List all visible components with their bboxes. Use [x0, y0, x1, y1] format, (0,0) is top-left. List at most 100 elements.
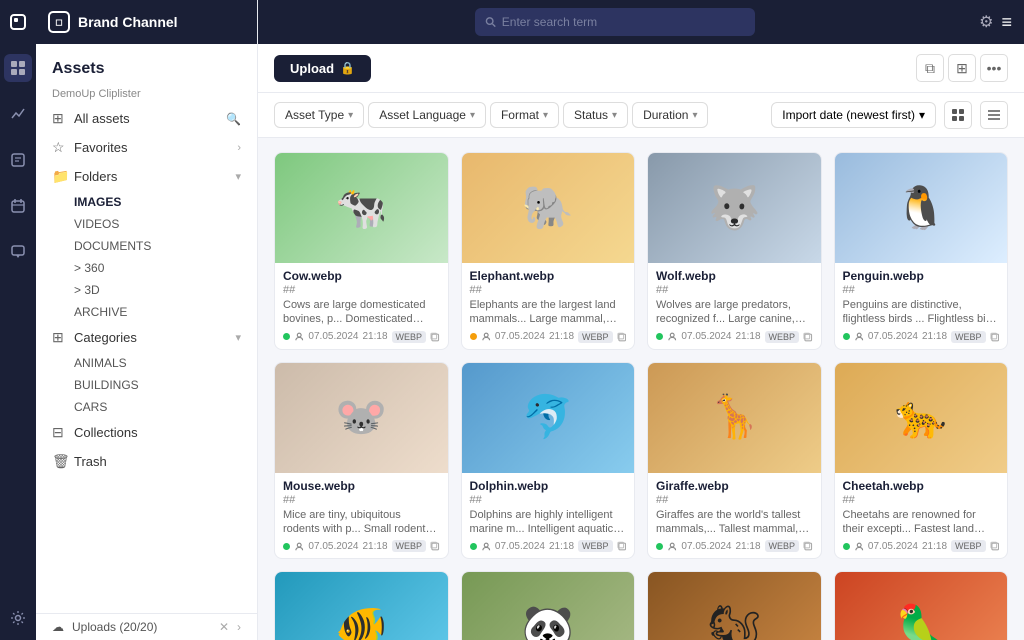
status-dot [656, 333, 663, 340]
duration-filter[interactable]: Duration ▾ [632, 102, 708, 128]
sidebar-item-categories[interactable]: ⊞ Categories ▾ [36, 323, 257, 352]
asset-card[interactable]: 🐭 Mouse.webp ## Mice are tiny, ubiquitou… [274, 362, 449, 560]
sidebar-item-archive[interactable]: ARCHIVE [66, 301, 257, 323]
asset-language-filter[interactable]: Asset Language ▾ [368, 102, 486, 128]
sidebar-item-3d[interactable]: > 3D [66, 279, 257, 301]
asset-desc: Giraffes are the world's tallest mammals… [656, 508, 813, 537]
asset-time: 21:18 [362, 541, 387, 552]
grid-view-btn[interactable] [944, 101, 972, 129]
nav-settings-icon[interactable] [4, 604, 32, 632]
asset-card[interactable]: 🐺 Wolf.webp ## Wolves are large predator… [647, 152, 822, 350]
asset-meta: 07.05.2024 21:18 WEBP [283, 331, 440, 343]
asset-meta: 07.05.2024 21:18 WEBP [843, 331, 1000, 343]
asset-type-label: Asset Type [285, 108, 344, 122]
asset-desc: Cows are large domesticated bovines, p..… [283, 298, 440, 327]
asset-card[interactable]: 🐿 Squirrel.webp ## Squirrels are nimble … [647, 571, 822, 640]
asset-tags: ## [470, 284, 627, 296]
asset-thumbnail: 🦒 [648, 363, 821, 473]
asset-time: 21:18 [735, 331, 760, 342]
sidebar-item-images[interactable]: IMAGES [66, 191, 257, 213]
asset-thumbnail: 🐺 [648, 153, 821, 263]
sidebar-item-animals[interactable]: ANIMALS [66, 352, 257, 374]
nav-tasks-icon[interactable] [4, 146, 32, 174]
copy-small-icon [803, 541, 812, 551]
asset-card[interactable]: 🐆 Cheetah.webp ## Cheetahs are renowned … [834, 362, 1009, 560]
asset-card[interactable]: 🦜 Parrot.webp ## Parrots are vibrant, in… [834, 571, 1009, 640]
asset-format-badge: WEBP [578, 331, 613, 343]
upload-label: Uploads (20/20) [72, 620, 157, 634]
asset-date: 07.05.2024 [868, 331, 918, 342]
asset-format-badge: WEBP [578, 540, 613, 552]
sidebar-body: Assets DemoUp Cliplister ⊞ All assets 🔍 … [36, 44, 257, 613]
copy-icon-btn[interactable]: ⧉ [916, 54, 944, 82]
asset-card[interactable]: 🐼 Panda.webp ## Giant pandas are distinc… [461, 571, 636, 640]
copy-small-icon [990, 541, 999, 551]
asset-name: Cow.webp [283, 269, 440, 283]
format-chevron: ▾ [543, 110, 548, 121]
nav-calendar-icon[interactable] [4, 192, 32, 220]
asset-thumbnail: 🐘 [462, 153, 635, 263]
asset-card[interactable]: 🐄 Cow.webp ## Cows are large domesticate… [274, 152, 449, 350]
asset-tags: ## [283, 284, 440, 296]
asset-card[interactable]: 🦒 Giraffe.webp ## Giraffes are the world… [647, 362, 822, 560]
expand-icon[interactable]: › [237, 620, 241, 634]
content-area: Upload 🔒 ⧉ ⊞ ••• Asset Type ▾ Asset Lang… [258, 44, 1024, 640]
asset-date: 07.05.2024 [868, 541, 918, 552]
status-dot [470, 333, 477, 340]
search-area [258, 8, 971, 36]
asset-thumbnail: 🐆 [835, 363, 1008, 473]
asset-name: Wolf.webp [656, 269, 813, 283]
asset-card[interactable]: 🐘 Elephant.webp ## Elephants are the lar… [461, 152, 636, 350]
asset-meta: 07.05.2024 21:18 WEBP [470, 331, 627, 343]
asset-format-badge: WEBP [951, 540, 986, 552]
asset-card[interactable]: 🐧 Penguin.webp ## Penguins are distincti… [834, 152, 1009, 350]
user-icon [294, 541, 304, 552]
images-label: IMAGES [74, 195, 241, 209]
sidebar-item-collections[interactable]: ⊟ Collections [36, 418, 257, 447]
sidebar-item-360[interactable]: > 360 [66, 257, 257, 279]
sidebar-header: ◻ Brand Channel [36, 0, 257, 44]
sort-button[interactable]: Import date (newest first) ▾ [771, 102, 936, 128]
asset-info: Mouse.webp ## Mice are tiny, ubiquitous … [275, 473, 448, 559]
status-dot [283, 543, 290, 550]
categories-sub: ANIMALS BUILDINGS CARS [36, 352, 257, 418]
layout-icon-btn[interactable]: ⊞ [948, 54, 976, 82]
sidebar-item-favorites[interactable]: ☆ Favorites › [36, 133, 257, 162]
asset-thumbnail: 🐿 [648, 572, 821, 640]
sidebar-item-videos[interactable]: VIDEOS [66, 213, 257, 235]
close-icon[interactable]: ✕ [219, 620, 229, 634]
sidebar-item-buildings[interactable]: BUILDINGS [66, 374, 257, 396]
asset-tags: ## [656, 284, 813, 296]
menu-icon[interactable]: ≡ [1001, 12, 1012, 33]
user-icon [854, 331, 864, 342]
categories-label: Categories [74, 330, 229, 345]
sidebar-item-folders[interactable]: 📁 Folders ▾ [36, 162, 257, 191]
documents-label: DOCUMENTS [74, 239, 241, 253]
list-view-btn[interactable] [980, 101, 1008, 129]
asset-date: 07.05.2024 [495, 331, 545, 342]
filter-icon[interactable]: ⚙ [979, 12, 993, 32]
asset-card[interactable]: 🐬 Dolphin.webp ## Dolphins are highly in… [461, 362, 636, 560]
cloud-upload-icon: ☁ [52, 620, 64, 634]
sidebar-item-cars[interactable]: CARS [66, 396, 257, 418]
nav-chat-icon[interactable] [4, 238, 32, 266]
nav-analytics-icon[interactable] [4, 100, 32, 128]
search-input[interactable] [502, 15, 745, 29]
search-icon[interactable]: 🔍 [226, 112, 241, 126]
animals-label: ANIMALS [74, 356, 241, 370]
asset-card[interactable]: 🐠 Tropical fish.webp ## Tropical fish ar… [274, 571, 449, 640]
status-filter[interactable]: Status ▾ [563, 102, 628, 128]
sidebar-item-trash[interactable]: 🗑 Trash [36, 447, 257, 476]
asset-desc: Dolphins are highly intelligent marine m… [470, 508, 627, 537]
sidebar-item-documents[interactable]: DOCUMENTS [66, 235, 257, 257]
sidebar-item-all-assets[interactable]: ⊞ All assets 🔍 [36, 104, 257, 133]
brand-title: Brand Channel [78, 14, 178, 30]
more-icon-btn[interactable]: ••• [980, 54, 1008, 82]
nav-assets-icon[interactable] [4, 54, 32, 82]
format-filter[interactable]: Format ▾ [490, 102, 559, 128]
asset-type-filter[interactable]: Asset Type ▾ [274, 102, 364, 128]
upload-button[interactable]: Upload 🔒 [274, 55, 371, 82]
chevron-right-icon: › [237, 142, 241, 154]
duration-label: Duration [643, 108, 688, 122]
buildings-label: BUILDINGS [74, 378, 241, 392]
